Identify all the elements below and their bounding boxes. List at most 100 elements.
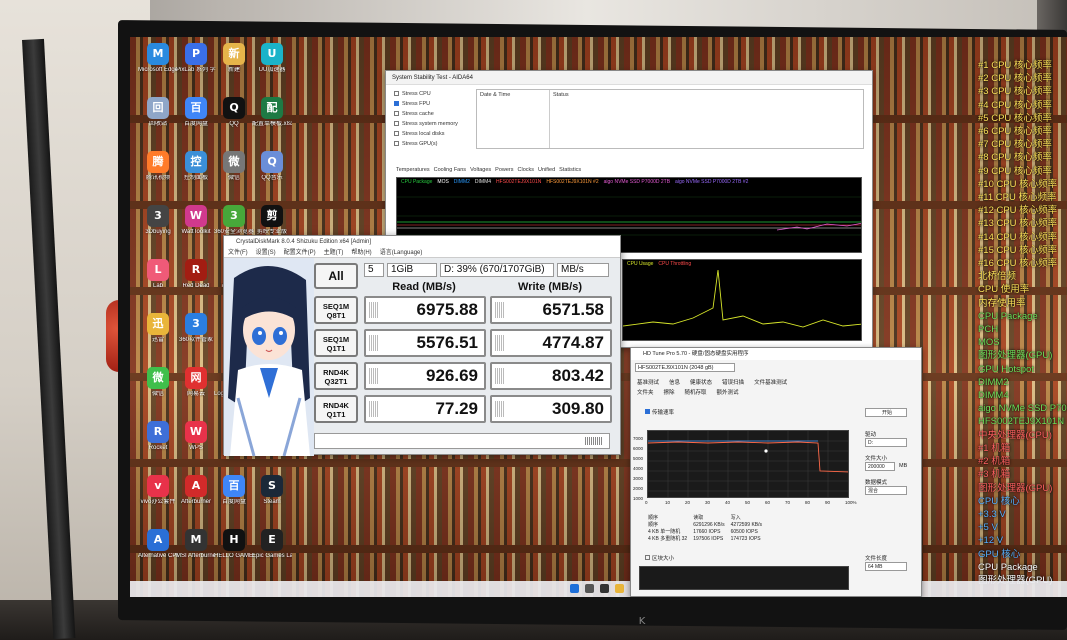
checkbox[interactable]	[394, 131, 399, 136]
desktop-icon-label: QQ	[229, 121, 239, 127]
desktop-icon[interactable]: P PixLab 系列 学习对照	[176, 43, 216, 95]
hdtune-window[interactable]: HD Tune Pro 5.70 - 硬盘/固态硬盘实用程序 HFS002TEJ…	[630, 347, 922, 597]
hdtune-tab[interactable]: 健康状态	[690, 380, 712, 386]
desktop-icon[interactable]: 网网易云	[176, 367, 216, 419]
result-write: 4272599 KB/s	[730, 521, 763, 528]
explorer-icon[interactable]	[615, 584, 624, 593]
desktop-icon[interactable]: W WattToolkit	[176, 205, 216, 257]
windows-start-icon[interactable]	[570, 584, 579, 593]
desktop-icon[interactable]: 控控制面板	[176, 151, 216, 203]
cdm-menu-item[interactable]: 配置文件(P)	[284, 250, 316, 256]
write-value: 6571.58	[490, 296, 612, 324]
cdm-menu-item[interactable]: 设置(S)	[256, 250, 276, 256]
desktop-icon[interactable]: Q QQ音乐	[252, 151, 292, 203]
cdm-menu-item[interactable]: 文件(F)	[228, 250, 248, 256]
hdtune-tab[interactable]: 额外测试	[717, 390, 739, 396]
aida64-tab[interactable]: Cooling Fans	[434, 167, 466, 173]
desktop-icon[interactable]: Q QQ	[214, 97, 254, 149]
start-button[interactable]: 开始	[865, 408, 907, 417]
cdm-menu-item[interactable]: 帮助(H)	[351, 250, 371, 256]
desktop-icon[interactable]: 回回收站	[138, 97, 178, 149]
aida64-tab[interactable]: Powers	[495, 167, 513, 173]
stress-option[interactable]: Stress local disks	[394, 131, 445, 137]
desktop-icon[interactable]: 微微信	[138, 367, 178, 419]
sensor-label: #6 CPU 核心频率	[978, 126, 1052, 138]
aida64-tab[interactable]: Voltages	[470, 167, 491, 173]
write-value: 4774.87	[490, 329, 612, 357]
desktop-icon[interactable]: H HELLO GAMES	[214, 529, 254, 581]
aida64-tab[interactable]: Statistics	[559, 167, 581, 173]
desktop-icon[interactable]: M MSI Afterburner	[176, 529, 216, 581]
checkbox[interactable]	[394, 111, 399, 116]
test-button[interactable]: RND4K Q32T1	[314, 362, 358, 390]
wps-icon: W	[185, 421, 207, 443]
data-mode-value[interactable]: 混合	[865, 486, 907, 495]
search-icon[interactable]	[585, 584, 594, 593]
aida64-tab[interactable]: Unified	[538, 167, 555, 173]
stress-option-label: Stress local disks	[402, 131, 445, 137]
test-size-select[interactable]: 1GiB	[387, 263, 437, 277]
desktop-icon[interactable]: M Microsoft Edge	[138, 43, 178, 95]
desktop-icon[interactable]: U UU加速器	[252, 43, 292, 95]
file-length-value[interactable]: 64 MB	[865, 562, 907, 571]
desktop-icon[interactable]: 配配置单模板.xlsx	[252, 97, 292, 149]
cdm-menu-bar: 文件(F) 设置(S) 配置文件(P) 主题(T) 帮助(H) 语言(Language)	[224, 248, 620, 258]
desktop-icon[interactable]: A Alternative CPU Driver	[138, 529, 178, 581]
hdtune-tab[interactable]: 信息	[669, 380, 680, 386]
stress-option[interactable]: Stress cache	[394, 111, 434, 117]
hdtune-tab[interactable]: 基准测试	[637, 380, 659, 386]
desktop-icon[interactable]: v vivo办公套件	[138, 475, 178, 527]
checkbox[interactable]	[394, 121, 399, 126]
desktop-icon[interactable]: 新新建	[214, 43, 254, 95]
drive-value[interactable]: D:	[865, 438, 907, 447]
desktop-icon[interactable]: R Rocket	[138, 421, 178, 473]
stress-option[interactable]: Stress CPU	[394, 91, 431, 97]
xunlei-icon: 迅	[147, 313, 169, 335]
checkbox[interactable]	[394, 91, 399, 96]
desktop-icon[interactable]: 3 3Dbuying	[138, 205, 178, 257]
test-count-select[interactable]: 5	[364, 263, 384, 277]
test-button[interactable]: SEQ1M Q8T1	[314, 296, 358, 324]
desktop-icon[interactable]: 腾腾讯视频	[138, 151, 178, 203]
desktop-icon[interactable]: 3 360软件管家	[176, 313, 216, 365]
desktop-icon[interactable]: 迅迅雷	[138, 313, 178, 365]
desktop-screen: MMicrosoft EdgePPixLab 系列 学习对照新新建UUU加速器回…	[130, 37, 1067, 597]
desktop-icon[interactable]: L Lab	[138, 259, 178, 311]
stress-option[interactable]: Stress FPU	[394, 101, 430, 107]
hdtune-tab[interactable]: 擦除	[664, 390, 675, 396]
desktop-icon[interactable]: W WPS	[176, 421, 216, 473]
block-size-check[interactable]: 区块大小	[645, 554, 674, 562]
drive-select[interactable]: HFS002TEJ9X101N (2048 gB)	[635, 363, 735, 372]
test-button[interactable]: SEQ1M Q1T1	[314, 329, 358, 357]
file-size-value[interactable]: 200000	[865, 462, 895, 471]
desktop-icon[interactable]: R Red Dead	[176, 259, 216, 311]
desktop-icon[interactable]: A Afterburner	[176, 475, 216, 527]
drive-select[interactable]: D: 39% (670/1707GiB)	[440, 263, 554, 277]
desktop-icon[interactable]: 微微信	[214, 151, 254, 203]
cdm-menu-item[interactable]: 语言(Language)	[380, 250, 423, 256]
stress-option[interactable]: Stress system memory	[394, 121, 458, 127]
all-button[interactable]: All	[314, 263, 358, 289]
desktop-icon[interactable]: 百百度网盘	[214, 475, 254, 527]
taskbar	[130, 581, 1067, 597]
block-size-label: 区块大小	[652, 556, 675, 562]
task-view-icon[interactable]	[600, 584, 609, 593]
aida64-tab[interactable]: Temperatures	[396, 167, 430, 173]
aida64-tab[interactable]: Clocks	[518, 167, 535, 173]
hdtune-tab[interactable]: 随机存取	[685, 390, 707, 396]
hello-games-icon: H	[223, 529, 245, 551]
queue-depth[interactable]: 32	[680, 536, 688, 542]
unit-select[interactable]: MB/s	[557, 263, 609, 277]
hdtune-tab[interactable]: 文件基准测试	[754, 380, 787, 386]
cdm-menu-item[interactable]: 主题(T)	[324, 250, 344, 256]
checkbox[interactable]	[394, 141, 399, 146]
hdtune-tab[interactable]: 文件夹	[637, 390, 654, 396]
desktop-icon[interactable]: S Steam	[252, 475, 292, 527]
desktop-icon[interactable]: E Epic Games Launcher	[252, 529, 292, 581]
test-button[interactable]: RND4K Q1T1	[314, 395, 358, 423]
crystaldiskmark-window[interactable]: CrystalDiskMark 8.0.4 Shizuku Edition x6…	[223, 235, 621, 456]
desktop-icon[interactable]: 百百度网盘	[176, 97, 216, 149]
hdtune-tab[interactable]: 错误扫描	[722, 380, 744, 386]
checkbox[interactable]	[394, 101, 399, 106]
stress-option[interactable]: Stress GPU(s)	[394, 141, 437, 147]
